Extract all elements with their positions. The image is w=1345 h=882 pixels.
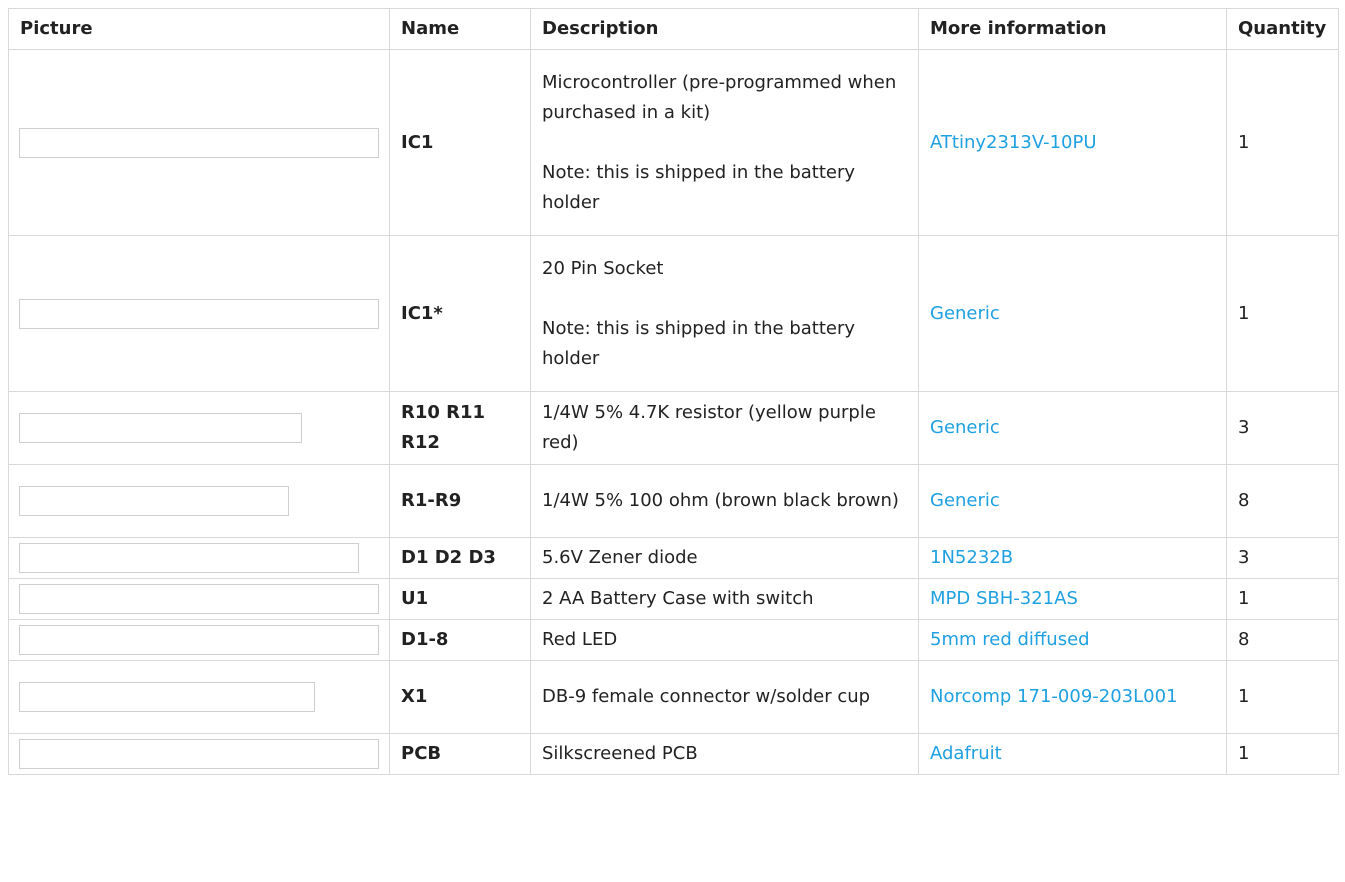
more-information-cell: Norcomp 171-009-203L001 bbox=[918, 660, 1227, 734]
part-info-link[interactable]: Generic bbox=[930, 303, 1000, 324]
description-main: 20 Pin Socket bbox=[542, 257, 664, 279]
parts-list-table: Picture Name Description More informatio… bbox=[8, 8, 1339, 775]
part-name: D1 D2 D3 bbox=[389, 537, 531, 579]
part-description: 1/4W 5% 100 ohm (brown black brown) bbox=[530, 464, 919, 538]
table-row: R10 R11 R12 1/4W 5% 4.7K resistor (yello… bbox=[8, 391, 1339, 465]
picture-cell bbox=[8, 537, 390, 579]
part-info-link[interactable]: Norcomp 171-009-203L001 bbox=[930, 686, 1178, 707]
header-more-information: More information bbox=[918, 8, 1227, 50]
part-name: U1 bbox=[389, 578, 531, 620]
more-information-cell: Generic bbox=[918, 391, 1227, 465]
picture-cell bbox=[8, 464, 390, 538]
part-info-link[interactable]: 5mm red diffused bbox=[930, 629, 1090, 650]
part-image bbox=[19, 584, 379, 614]
picture-cell bbox=[8, 49, 390, 236]
table-row: D1 D2 D3 5.6V Zener diode 1N5232B 3 bbox=[8, 537, 1339, 579]
part-image bbox=[19, 543, 359, 573]
part-quantity: 3 bbox=[1226, 391, 1339, 465]
header-name: Name bbox=[389, 8, 531, 50]
picture-cell bbox=[8, 733, 390, 775]
part-image bbox=[19, 413, 302, 443]
table-row: IC1* 20 Pin Socket Note: this is shipped… bbox=[8, 235, 1339, 392]
part-image bbox=[19, 682, 315, 712]
more-information-cell: MPD SBH-321AS bbox=[918, 578, 1227, 620]
part-description: 20 Pin Socket Note: this is shipped in t… bbox=[530, 235, 919, 392]
description-gap bbox=[542, 128, 907, 158]
table-row: R1-R9 1/4W 5% 100 ohm (brown black brown… bbox=[8, 464, 1339, 538]
part-image bbox=[19, 625, 379, 655]
description-main: Microcontroller (pre-programmed when pur… bbox=[542, 71, 897, 123]
part-description: 5.6V Zener diode bbox=[530, 537, 919, 579]
more-information-cell: ATtiny2313V-10PU bbox=[918, 49, 1227, 236]
header-picture: Picture bbox=[8, 8, 390, 50]
description-note: Note: this is shipped in the battery hol… bbox=[542, 161, 856, 213]
more-information-cell: 1N5232B bbox=[918, 537, 1227, 579]
part-info-link[interactable]: Adafruit bbox=[930, 743, 1002, 764]
part-description: Red LED bbox=[530, 619, 919, 661]
table-row: U1 2 AA Battery Case with switch MPD SBH… bbox=[8, 578, 1339, 620]
part-quantity: 3 bbox=[1226, 537, 1339, 579]
part-description: 1/4W 5% 4.7K resistor (yellow purple red… bbox=[530, 391, 919, 465]
part-description: 2 AA Battery Case with switch bbox=[530, 578, 919, 620]
parts-list-container: Picture Name Description More informatio… bbox=[8, 8, 1339, 775]
picture-cell bbox=[8, 391, 390, 465]
part-info-link[interactable]: Generic bbox=[930, 417, 1000, 438]
part-quantity: 1 bbox=[1226, 578, 1339, 620]
part-quantity: 8 bbox=[1226, 464, 1339, 538]
part-quantity: 1 bbox=[1226, 660, 1339, 734]
part-image bbox=[19, 739, 379, 769]
table-row: PCB Silkscreened PCB Adafruit 1 bbox=[8, 733, 1339, 775]
more-information-cell: Generic bbox=[918, 235, 1227, 392]
part-name: R1-R9 bbox=[389, 464, 531, 538]
part-info-link[interactable]: 1N5232B bbox=[930, 547, 1013, 568]
part-quantity: 8 bbox=[1226, 619, 1339, 661]
part-image bbox=[19, 486, 289, 516]
part-name: IC1 bbox=[389, 49, 531, 236]
part-description: DB-9 female connector w/solder cup bbox=[530, 660, 919, 734]
part-name: IC1* bbox=[389, 235, 531, 392]
part-info-link[interactable]: ATtiny2313V-10PU bbox=[930, 132, 1097, 153]
picture-cell bbox=[8, 235, 390, 392]
part-quantity: 1 bbox=[1226, 235, 1339, 392]
picture-cell bbox=[8, 619, 390, 661]
part-quantity: 1 bbox=[1226, 733, 1339, 775]
part-info-link[interactable]: MPD SBH-321AS bbox=[930, 588, 1078, 609]
description-gap bbox=[542, 284, 907, 314]
table-header-row: Picture Name Description More informatio… bbox=[8, 8, 1339, 50]
part-quantity: 1 bbox=[1226, 49, 1339, 236]
part-description: Microcontroller (pre-programmed when pur… bbox=[530, 49, 919, 236]
table-row: X1 DB-9 female connector w/solder cup No… bbox=[8, 660, 1339, 734]
part-info-link[interactable]: Generic bbox=[930, 490, 1000, 511]
part-image bbox=[19, 298, 379, 329]
picture-cell bbox=[8, 660, 390, 734]
description-note: Note: this is shipped in the battery hol… bbox=[542, 317, 856, 369]
more-information-cell: Adafruit bbox=[918, 733, 1227, 775]
more-information-cell: Generic bbox=[918, 464, 1227, 538]
header-description: Description bbox=[530, 8, 919, 50]
part-description: Silkscreened PCB bbox=[530, 733, 919, 775]
part-image bbox=[19, 127, 379, 158]
table-row: D1-8 Red LED 5mm red diffused 8 bbox=[8, 619, 1339, 661]
picture-cell bbox=[8, 578, 390, 620]
header-quantity: Quantity bbox=[1226, 8, 1339, 50]
more-information-cell: 5mm red diffused bbox=[918, 619, 1227, 661]
part-name: R10 R11 R12 bbox=[389, 391, 531, 465]
part-name: D1-8 bbox=[389, 619, 531, 661]
part-name: X1 bbox=[389, 660, 531, 734]
part-name: PCB bbox=[389, 733, 531, 775]
table-row: IC1 Microcontroller (pre-programmed when… bbox=[8, 49, 1339, 236]
